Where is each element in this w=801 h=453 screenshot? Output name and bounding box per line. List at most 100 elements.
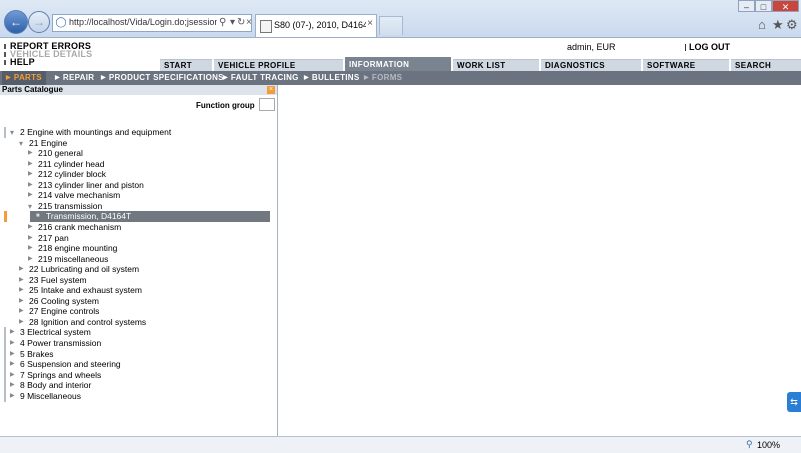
subnav-bulletins[interactable]: ▶ BULLETINS [304, 71, 360, 85]
panel-title: Parts Catalogue [2, 85, 63, 94]
favorites-star-icon[interactable]: ★ [772, 17, 784, 33]
zoom-level[interactable]: 100% [757, 440, 780, 450]
tab-work-list[interactable]: WORK LIST [453, 59, 539, 71]
tree-item-label: 23 Fuel system [29, 274, 87, 285]
tree-item[interactable]: ▶ 211 cylinder head [0, 159, 276, 170]
home-icon[interactable]: ⌂ [758, 17, 766, 32]
expand-right-icon[interactable]: ▶ [28, 243, 33, 254]
tree-item[interactable]: ▶ 212 cylinder block [0, 169, 276, 180]
level-indicator [4, 338, 6, 349]
expand-right-icon[interactable]: ▶ [10, 380, 15, 391]
tree-item[interactable]: ▶ 7 Springs and wheels [0, 369, 276, 381]
expand-right-icon[interactable]: ▶ [28, 169, 33, 180]
expand-right-icon[interactable]: ▶ [28, 254, 33, 265]
tab-software[interactable]: SOFTWARE [643, 59, 729, 71]
logout-link[interactable]: LOG OUT [685, 42, 730, 52]
tree-item[interactable]: ▶ 4 Power transmission [0, 338, 276, 349]
tree-item-label: 27 Engine controls [29, 306, 100, 317]
tree-item[interactable]: ▶ 219 miscellaneous [0, 254, 276, 265]
tree-item[interactable]: ▶ 23 Fuel system [0, 275, 276, 286]
tree-item[interactable]: ▶ 213 cylinder liner and piston [0, 180, 276, 191]
expand-down-icon[interactable]: ▾ [10, 127, 14, 138]
expand-down-icon[interactable]: ▾ [19, 138, 23, 149]
tab-search[interactable]: SEARCH [731, 59, 801, 71]
tree-item-label: 26 Cooling system [29, 295, 99, 306]
browser-tab[interactable]: S80 (07-), 2010, D4164T, MT... × [255, 14, 377, 37]
tree-item-label: 5 Brakes [20, 348, 54, 359]
function-group-input[interactable] [259, 98, 275, 111]
dropdown-icon[interactable]: ▾ [230, 17, 235, 28]
new-tab-button[interactable] [379, 16, 403, 35]
tree-item[interactable]: ▶ 5 Brakes [0, 348, 276, 360]
expand-right-icon[interactable]: ▶ [10, 391, 15, 402]
tab-vehicle-profile[interactable]: VEHICLE PROFILE [214, 59, 343, 71]
expand-right-icon[interactable]: ▶ [28, 222, 33, 233]
close-icon[interactable]: × [267, 86, 275, 94]
tab-information[interactable]: INFORMATION [345, 57, 451, 72]
subnav-fault-tracing[interactable]: ▶ FAULT TRACING [223, 71, 299, 85]
tree-item[interactable]: ▶ 26 Cooling system [0, 296, 276, 307]
expand-right-icon[interactable]: ▶ [28, 233, 33, 244]
tree-item[interactable]: ▶ 9 Miscellaneous [0, 390, 276, 402]
settings-gear-icon[interactable]: ⚙ [786, 17, 798, 33]
tree-item[interactable]: ▶ 25 Intake and exhaust system [0, 285, 276, 296]
tree-item[interactable]: ▶ 218 engine mounting [0, 243, 276, 254]
close-window-button[interactable]: ✕ [772, 0, 799, 12]
subnav-repair[interactable]: ▶ REPAIR [55, 71, 94, 85]
tree-item-label: 216 crank mechanism [38, 221, 122, 232]
tree-item[interactable]: ▶ 22 Lubricating and oil system [0, 264, 276, 275]
subnav-product-specifications[interactable]: ▶ PRODUCT SPECIFICATIONS [101, 71, 224, 85]
expand-down-icon[interactable]: ▾ [28, 201, 32, 212]
tree-item-selected[interactable]: ■ Transmission, D4164T [4, 211, 270, 223]
forward-button[interactable]: → [28, 11, 50, 33]
expand-right-icon[interactable]: ▶ [10, 359, 15, 370]
minimize-button[interactable]: – [738, 0, 755, 12]
tree-item[interactable]: ▾ 21 Engine [0, 138, 276, 149]
tree-item[interactable]: ▶ 210 general [0, 148, 276, 159]
tree-item[interactable]: ▶ 8 Body and interior [0, 380, 276, 392]
help-link[interactable]: HELP [4, 57, 35, 67]
search-icon[interactable]: ⚲ [219, 17, 226, 28]
maximize-button[interactable]: □ [755, 0, 772, 12]
tab-start[interactable]: START [160, 59, 212, 71]
tree-item-label: 217 pan [38, 232, 69, 243]
tree-item[interactable]: ▾ 2 Engine with mountings and equipment [0, 127, 276, 138]
expand-right-icon[interactable]: ▶ [19, 317, 24, 328]
tree-item[interactable]: ▶ 3 Electrical system [0, 327, 276, 339]
tree-item[interactable]: ▶ 6 Suspension and steering [0, 359, 276, 371]
refresh-icon[interactable]: ↻ [237, 17, 245, 28]
tree-item[interactable]: ▶ 217 pan [0, 233, 276, 244]
teamviewer-icon[interactable]: ⇆ [787, 392, 801, 412]
zoom-icon[interactable]: ⚲ [746, 439, 753, 450]
page-icon: ◯ [55, 17, 67, 28]
tree-item[interactable]: ▾ 215 transmission [0, 201, 276, 212]
tree-item-label: Transmission, D4164T [46, 211, 132, 222]
expand-right-icon[interactable]: ▶ [19, 306, 24, 317]
expand-right-icon[interactable]: ▶ [10, 338, 15, 349]
tree-item[interactable]: ▶ 28 Ignition and control systems [0, 317, 276, 328]
expand-right-icon[interactable]: ▶ [28, 148, 33, 159]
url-text[interactable]: http://localhost/Vida/Login.do;jsessioni… [69, 17, 217, 27]
expand-right-icon[interactable]: ▶ [10, 349, 15, 360]
expand-right-icon[interactable]: ▶ [28, 180, 33, 191]
expand-right-icon[interactable]: ▶ [19, 264, 24, 275]
stop-icon[interactable]: × [246, 17, 252, 28]
tab-title: S80 (07-), 2010, D4164T, MT... [274, 20, 366, 30]
expand-right-icon[interactable]: ▶ [28, 159, 33, 170]
tree-item[interactable]: ▶ 214 valve mechanism [0, 190, 276, 201]
expand-right-icon[interactable]: ▶ [10, 327, 15, 338]
tab-diagnostics[interactable]: DIAGNOSTICS [541, 59, 641, 71]
subnav-parts[interactable]: ▶ PARTS [2, 71, 46, 85]
leaf-square-icon[interactable]: ■ [36, 211, 40, 222]
address-bar[interactable]: ◯ http://localhost/Vida/Login.do;jsessio… [52, 14, 252, 32]
tree-item[interactable]: ▶ 27 Engine controls [0, 306, 276, 317]
expand-right-icon[interactable]: ▶ [19, 275, 24, 286]
expand-right-icon[interactable]: ▶ [19, 296, 24, 307]
expand-right-icon[interactable]: ▶ [19, 285, 24, 296]
tree-item-label: 218 engine mounting [38, 243, 118, 254]
close-icon[interactable]: × [367, 18, 373, 29]
expand-right-icon[interactable]: ▶ [10, 370, 15, 381]
expand-right-icon[interactable]: ▶ [28, 190, 33, 201]
tree-item[interactable]: ▶ 216 crank mechanism [0, 222, 276, 233]
back-button[interactable]: ← [4, 10, 28, 34]
